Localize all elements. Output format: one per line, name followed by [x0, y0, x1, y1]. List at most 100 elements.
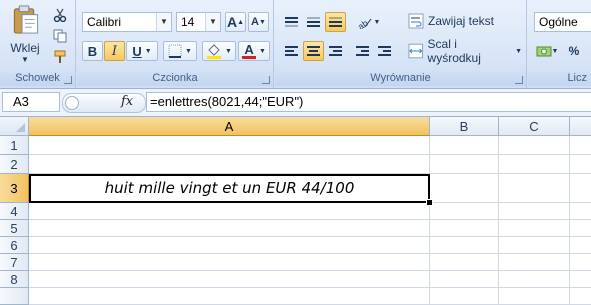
cell-c8[interactable]: [499, 271, 570, 288]
cell-d7[interactable]: [570, 254, 591, 271]
align-top-button[interactable]: [281, 12, 302, 32]
font-name-combo[interactable]: Calibri ▼: [82, 12, 172, 32]
paste-label: Wklej: [10, 41, 40, 55]
cell-a1[interactable]: [29, 136, 430, 155]
align-middle-button[interactable]: [303, 12, 324, 32]
wrap-text-button[interactable]: Zawijaj tekst: [403, 10, 523, 32]
align-right-button[interactable]: [325, 41, 346, 61]
fill-color-button[interactable]: ▼: [202, 41, 236, 61]
cell-b6[interactable]: [430, 237, 499, 254]
cell-d8[interactable]: [570, 271, 591, 288]
format-painter-button[interactable]: [50, 48, 70, 66]
cell-b9[interactable]: [430, 288, 499, 305]
row-header-3[interactable]: 3: [0, 174, 29, 203]
alignment-dialog-launcher[interactable]: [515, 76, 523, 84]
cell-b2[interactable]: [430, 155, 499, 174]
align-bottom-button[interactable]: [325, 12, 346, 32]
copy-button[interactable]: [50, 27, 70, 45]
active-cell-a3[interactable]: huit mille vingt et un EUR 44/100: [29, 174, 430, 203]
column-header-c[interactable]: C: [499, 117, 570, 136]
align-bottom-icon: [329, 15, 342, 29]
borders-button[interactable]: ▼: [163, 41, 197, 61]
cell-a8[interactable]: [29, 271, 430, 288]
cell-d4[interactable]: [570, 203, 591, 220]
cell-d3[interactable]: [570, 174, 591, 203]
cell-a6[interactable]: [29, 237, 430, 254]
number-group-label: Licz: [528, 70, 591, 86]
cell-b5[interactable]: [430, 220, 499, 237]
name-box[interactable]: A3: [2, 92, 60, 112]
cell-c5[interactable]: [499, 220, 570, 237]
cell-d9[interactable]: [570, 288, 591, 305]
cell-d2[interactable]: [570, 155, 591, 174]
cell-d1[interactable]: [570, 136, 591, 155]
cell-a7[interactable]: [29, 254, 430, 271]
insert-function-button[interactable]: fx: [121, 94, 133, 109]
shrink-font-button[interactable]: A ▼: [248, 12, 269, 32]
cell-d5[interactable]: [570, 220, 591, 237]
clipboard-dialog-launcher[interactable]: [64, 76, 72, 84]
font-dialog-launcher[interactable]: [262, 76, 270, 84]
underline-button[interactable]: U ▼: [126, 41, 158, 61]
chevron-down-icon: ▼: [144, 47, 152, 55]
cell-b8[interactable]: [430, 271, 499, 288]
cell-d6[interactable]: [570, 237, 591, 254]
align-left-button[interactable]: [281, 41, 302, 61]
fill-handle[interactable]: [426, 199, 433, 206]
paint-bucket-icon: [207, 44, 222, 59]
row-header-5[interactable]: 5: [0, 220, 29, 237]
row-header-7[interactable]: 7: [0, 254, 29, 271]
cell-c1[interactable]: [499, 136, 570, 155]
chevron-down-icon[interactable]: ▼: [156, 13, 171, 31]
merge-center-button[interactable]: Scal i wyśrodkuj ▼: [403, 37, 523, 65]
column-header-a[interactable]: A: [29, 117, 430, 136]
formula-bar-controls: [62, 93, 146, 113]
cell-c4[interactable]: [499, 203, 570, 220]
paste-button[interactable]: Wklej ▼: [5, 4, 45, 64]
column-header-b[interactable]: B: [430, 117, 499, 136]
cell-b1[interactable]: [430, 136, 499, 155]
chevron-down-icon[interactable]: ▼: [205, 13, 220, 31]
cell-b4[interactable]: [430, 203, 499, 220]
orientation-button[interactable]: ab ▼: [352, 12, 384, 32]
down-caret-icon: ▼: [259, 18, 266, 26]
font-color-label: A: [244, 41, 254, 57]
italic-button[interactable]: I: [104, 41, 125, 61]
cell-c2[interactable]: [499, 155, 570, 174]
cut-button[interactable]: [50, 6, 70, 24]
column-header-d[interactable]: [570, 117, 591, 136]
formula-input[interactable]: =enlettres(8021,44;"EUR"): [146, 92, 591, 112]
cell-a9[interactable]: [29, 288, 430, 305]
row-header-8[interactable]: 8: [0, 271, 29, 288]
increase-indent-button[interactable]: [374, 41, 395, 61]
cell-a4[interactable]: [29, 203, 430, 220]
row-header-1[interactable]: 1: [0, 136, 29, 155]
select-all-button[interactable]: [0, 117, 29, 136]
align-middle-icon: [307, 15, 320, 29]
grow-font-button[interactable]: A ▲: [225, 12, 246, 32]
row-header-9[interactable]: [0, 288, 29, 305]
row-header-4[interactable]: 4: [0, 203, 29, 220]
align-center-button[interactable]: [303, 41, 324, 61]
row-header-2[interactable]: 2: [0, 155, 29, 174]
cell-c7[interactable]: [499, 254, 570, 271]
cell-c3[interactable]: [499, 174, 570, 203]
number-format-combo[interactable]: Ogólne: [534, 12, 591, 32]
cell-c6[interactable]: [499, 237, 570, 254]
chevron-down-icon: ▼: [21, 55, 29, 64]
formula-bar: A3 fx =enlettres(8021,44;"EUR"): [0, 89, 591, 117]
cell-a5[interactable]: [29, 220, 430, 237]
row-header-6[interactable]: 6: [0, 237, 29, 254]
cell-b3[interactable]: [430, 174, 499, 203]
grow-font-label: A: [226, 14, 238, 30]
currency-button[interactable]: ▼: [534, 41, 560, 61]
expand-circle-icon[interactable]: [65, 96, 79, 110]
cell-c9[interactable]: [499, 288, 570, 305]
cell-b7[interactable]: [430, 254, 499, 271]
decrease-indent-button[interactable]: [352, 41, 373, 61]
bold-button[interactable]: B: [82, 41, 103, 61]
font-color-button[interactable]: A ▼: [238, 41, 270, 61]
font-size-combo[interactable]: 14 ▼: [176, 12, 221, 32]
percent-button[interactable]: %: [564, 41, 584, 61]
cell-a2[interactable]: [29, 155, 430, 174]
